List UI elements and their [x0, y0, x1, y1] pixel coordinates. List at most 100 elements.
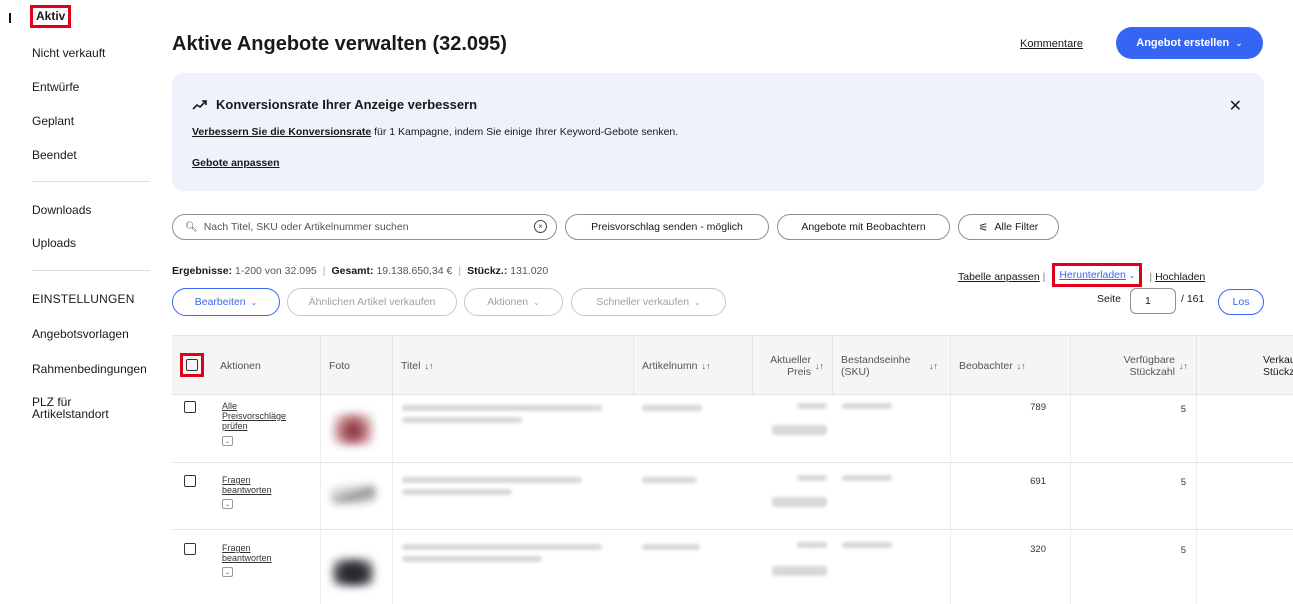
header-price-label: Aktueller Preis [770, 354, 811, 378]
blurred-sku [842, 542, 892, 548]
adjust-bids-link[interactable]: Gebote anpassen [192, 157, 280, 169]
row-action-link[interactable]: Fragen beantworten [222, 543, 292, 563]
blurred-title[interactable] [402, 477, 582, 483]
table-row: Alle Preisvorschläge prüfen ⌄ 789 5 [172, 395, 1293, 463]
row-action-link[interactable]: Fragen beantworten [222, 475, 292, 495]
product-photo[interactable] [332, 558, 374, 586]
all-filters-label: Alle Filter [994, 221, 1039, 233]
search-input[interactable]: 🔍︎ Nach Titel, SKU oder Artikelnummer su… [172, 214, 557, 240]
row-checkbox[interactable] [184, 401, 196, 413]
header-available-line1: Verfügbare [1123, 354, 1175, 366]
page-title: Aktive Angebote verwalten (32.095) [172, 33, 507, 55]
table-row: Fragen beantworten ⌄ 691 5 [172, 463, 1293, 530]
search-icon: 🔍︎ [185, 221, 198, 233]
results-range: 1-200 von 32.095 [235, 265, 317, 277]
sidebar-item-uploads[interactable]: Uploads [32, 236, 76, 250]
create-listing-label: Angebot erstellen [1136, 37, 1230, 49]
header-title[interactable]: Titel ↓↑ [392, 336, 633, 396]
product-photo[interactable] [332, 413, 374, 445]
header-sku[interactable]: Bestandseinhe (SKU) ↓↑ [832, 336, 950, 396]
blurred-price [797, 475, 827, 481]
create-listing-button[interactable]: Angebot erstellen ⌄ [1116, 27, 1263, 59]
sidebar-item-aktiv[interactable]: Aktiv [30, 5, 72, 28]
chevron-down-icon[interactable]: ⌄ [222, 499, 233, 509]
sidebar-item-angebotsvorlagen[interactable]: Angebotsvorlagen [32, 327, 129, 341]
chevron-down-icon[interactable]: ⌄ [222, 436, 233, 446]
comments-link[interactable]: Kommentare [1020, 38, 1083, 50]
header-price[interactable]: Aktueller Preis ↓↑ [752, 336, 832, 396]
sidebar: Aktiv Nicht verkauft Entwürfe Geplant Be… [0, 0, 160, 604]
blurred-item-number [642, 544, 700, 550]
row-checkbox[interactable] [184, 475, 196, 487]
row-action-link[interactable]: Alle Preisvorschläge prüfen [222, 401, 292, 431]
active-indicator [9, 13, 11, 23]
select-all-checkbox[interactable] [180, 353, 204, 377]
available-value: 5 [1180, 404, 1186, 415]
column-divider [320, 530, 321, 604]
chevron-down-icon: ⌄ [1128, 271, 1136, 280]
all-filters-button[interactable]: ⚟ Alle Filter [958, 214, 1059, 240]
sidebar-item-nicht-verkauft[interactable]: Nicht verkauft [32, 46, 105, 60]
blurred-title[interactable] [402, 544, 602, 550]
page-label: Seite [1097, 293, 1121, 305]
sort-icon: ↓↑ [701, 361, 711, 371]
chevron-down-icon: ⌄ [250, 297, 258, 307]
sort-icon: ↓↑ [1016, 361, 1026, 371]
blurred-title[interactable] [402, 405, 602, 411]
upload-link[interactable]: Hochladen [1155, 271, 1205, 283]
row-action-line1: Alle [222, 401, 238, 411]
sidebar-item-entwuerfe[interactable]: Entwürfe [32, 80, 79, 94]
column-divider [1196, 463, 1197, 530]
blurred-title [402, 556, 542, 562]
watchers-value: 691 [1030, 476, 1046, 487]
trend-up-icon [192, 99, 207, 110]
actions-button[interactable]: Aktionen ⌄ [464, 288, 563, 316]
product-photo[interactable] [330, 485, 376, 503]
banner-text-rest: für 1 Kampagne, indem Sie einige Ihrer K… [371, 126, 679, 138]
sidebar-item-geplant[interactable]: Geplant [32, 114, 74, 128]
row-action-line3: prüfen [222, 421, 248, 431]
sidebar-item-plz-line2: Artikelstandort [32, 407, 109, 421]
header-sold-line2: Stückz [1263, 366, 1293, 378]
column-divider [1196, 395, 1197, 463]
blurred-price-detail [772, 497, 827, 507]
column-divider [1070, 530, 1071, 604]
header-watchers[interactable]: Beobachter ↓↑ [950, 336, 1070, 396]
edit-label: Bearbeiten [194, 296, 246, 308]
customize-table-link[interactable]: Tabelle anpassen [958, 271, 1040, 283]
page-number-input[interactable]: 1 [1130, 288, 1176, 314]
sidebar-item-plz[interactable]: PLZ für Artikelstandort [32, 396, 109, 420]
filter-offer-button[interactable]: Preisvorschlag senden - möglich [565, 214, 769, 240]
sidebar-item-rahmenbedingungen[interactable]: Rahmenbedingungen [32, 362, 147, 376]
actions-label: Aktionen [487, 296, 529, 308]
download-link[interactable]: Herunterladen ⌄ [1052, 263, 1143, 287]
improve-conversion-link[interactable]: Verbessern Sie die Konversionsrate [192, 126, 371, 138]
chevron-down-icon: ⌄ [533, 297, 540, 307]
blurred-item-number [642, 405, 702, 411]
chevron-down-icon[interactable]: ⌄ [222, 567, 233, 577]
sell-similar-button[interactable]: Ähnlichen Artikel verkaufen [287, 288, 457, 316]
column-divider [320, 463, 321, 530]
header-actions: Aktionen [220, 360, 261, 372]
header-sold[interactable]: Verkau Stückz [1196, 336, 1293, 396]
sidebar-item-downloads[interactable]: Downloads [32, 203, 91, 217]
sidebar-item-beendet[interactable]: Beendet [32, 148, 77, 162]
quick-sell-label: Schneller verkaufen [596, 296, 690, 308]
header-sold-line1: Verkau [1263, 354, 1293, 366]
sidebar-divider [32, 270, 150, 271]
header-sku-label: Bestandseinhe (SKU) [841, 354, 925, 378]
header-available-line2: Stückzahl [1129, 366, 1175, 378]
header-available[interactable]: Verfügbare Stückzahl ↓↑ [1070, 336, 1196, 396]
quick-sell-button[interactable]: Schneller verkaufen ⌄ [571, 288, 726, 316]
total-value: 19.138.650,34 € [376, 265, 453, 277]
filter-watchers-button[interactable]: Angebote mit Beobachtern [777, 214, 950, 240]
sort-icon: ↓↑ [424, 361, 434, 371]
header-watchers-label: Beobachter [959, 360, 1013, 372]
go-button[interactable]: Los [1218, 289, 1264, 315]
edit-button[interactable]: Bearbeiten ⌄ [172, 288, 280, 316]
close-icon[interactable]: ✕ [1229, 96, 1242, 116]
row-checkbox[interactable] [184, 543, 196, 555]
header-item-number[interactable]: Artikelnumn ↓↑ [633, 336, 752, 396]
clear-search-icon[interactable]: × [534, 220, 547, 233]
sort-icon: ↓↑ [1179, 361, 1188, 371]
